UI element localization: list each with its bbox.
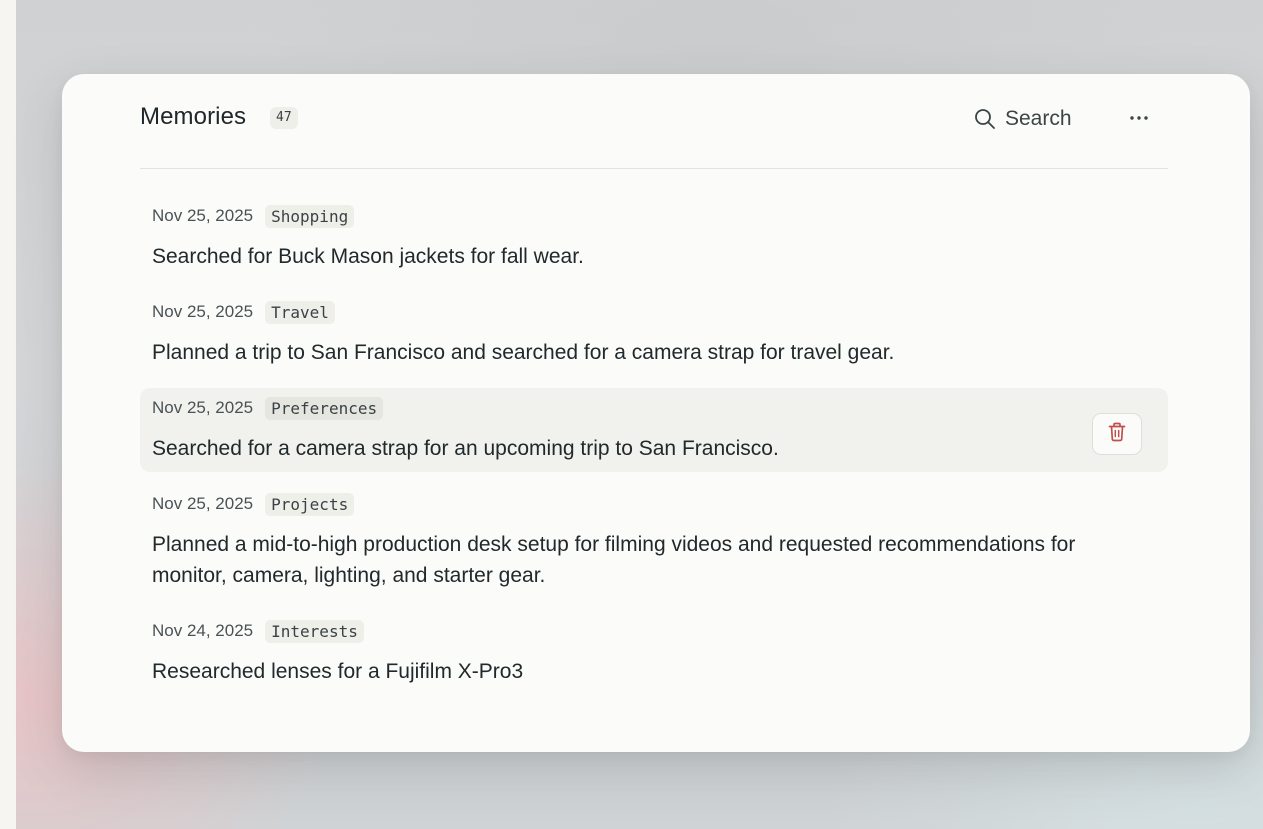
search-icon — [974, 108, 996, 130]
memory-item[interactable]: Nov 24, 2025 Interests Researched lenses… — [140, 611, 1168, 695]
memory-text: Planned a trip to San Francisco and sear… — [152, 341, 895, 364]
memory-item[interactable]: Nov 25, 2025 Projects Planned a mid-to-h… — [140, 484, 1168, 599]
memory-text: Searched for a camera strap for an upcom… — [152, 437, 779, 460]
trash-icon — [1108, 422, 1126, 447]
memory-date: Nov 25, 2025 — [152, 206, 254, 225]
delete-memory-button[interactable] — [1092, 413, 1142, 455]
memory-tag: Projects — [265, 492, 355, 516]
memory-tag: Preferences — [265, 396, 384, 420]
more-horizontal-icon — [1128, 108, 1150, 126]
page-title: Memories — [140, 103, 247, 130]
memory-tag: Interests — [265, 619, 364, 643]
memories-panel: Memories 47 Search Nov 25, 2025 Shopping… — [62, 74, 1250, 752]
search-button[interactable]: Search — [974, 104, 1072, 134]
panel-header: Memories 47 Search — [140, 74, 1168, 169]
memory-date: Nov 25, 2025 — [152, 494, 254, 513]
memory-date: Nov 25, 2025 — [152, 302, 254, 321]
memory-item-hovered[interactable]: Nov 25, 2025 Preferences Searched for a … — [140, 388, 1168, 472]
memory-date: Nov 24, 2025 — [152, 621, 254, 640]
memory-item[interactable]: Nov 25, 2025 Shopping Searched for Buck … — [140, 196, 1168, 280]
more-options-button[interactable] — [1125, 102, 1153, 132]
memory-tag: Shopping — [265, 204, 355, 228]
memory-date: Nov 25, 2025 — [152, 398, 254, 417]
memory-list: Nov 25, 2025 Shopping Searched for Buck … — [140, 196, 1168, 707]
memory-count-badge: 47 — [270, 107, 298, 129]
memory-item[interactable]: Nov 25, 2025 Travel Planned a trip to Sa… — [140, 292, 1168, 376]
memory-text: Researched lenses for a Fujifilm X-Pro3 — [152, 660, 524, 683]
search-label: Search — [1005, 107, 1072, 130]
memory-text: Planned a mid-to-high production desk se… — [152, 533, 1076, 587]
memory-tag: Travel — [265, 300, 335, 324]
memory-text: Searched for Buck Mason jackets for fall… — [152, 245, 584, 268]
